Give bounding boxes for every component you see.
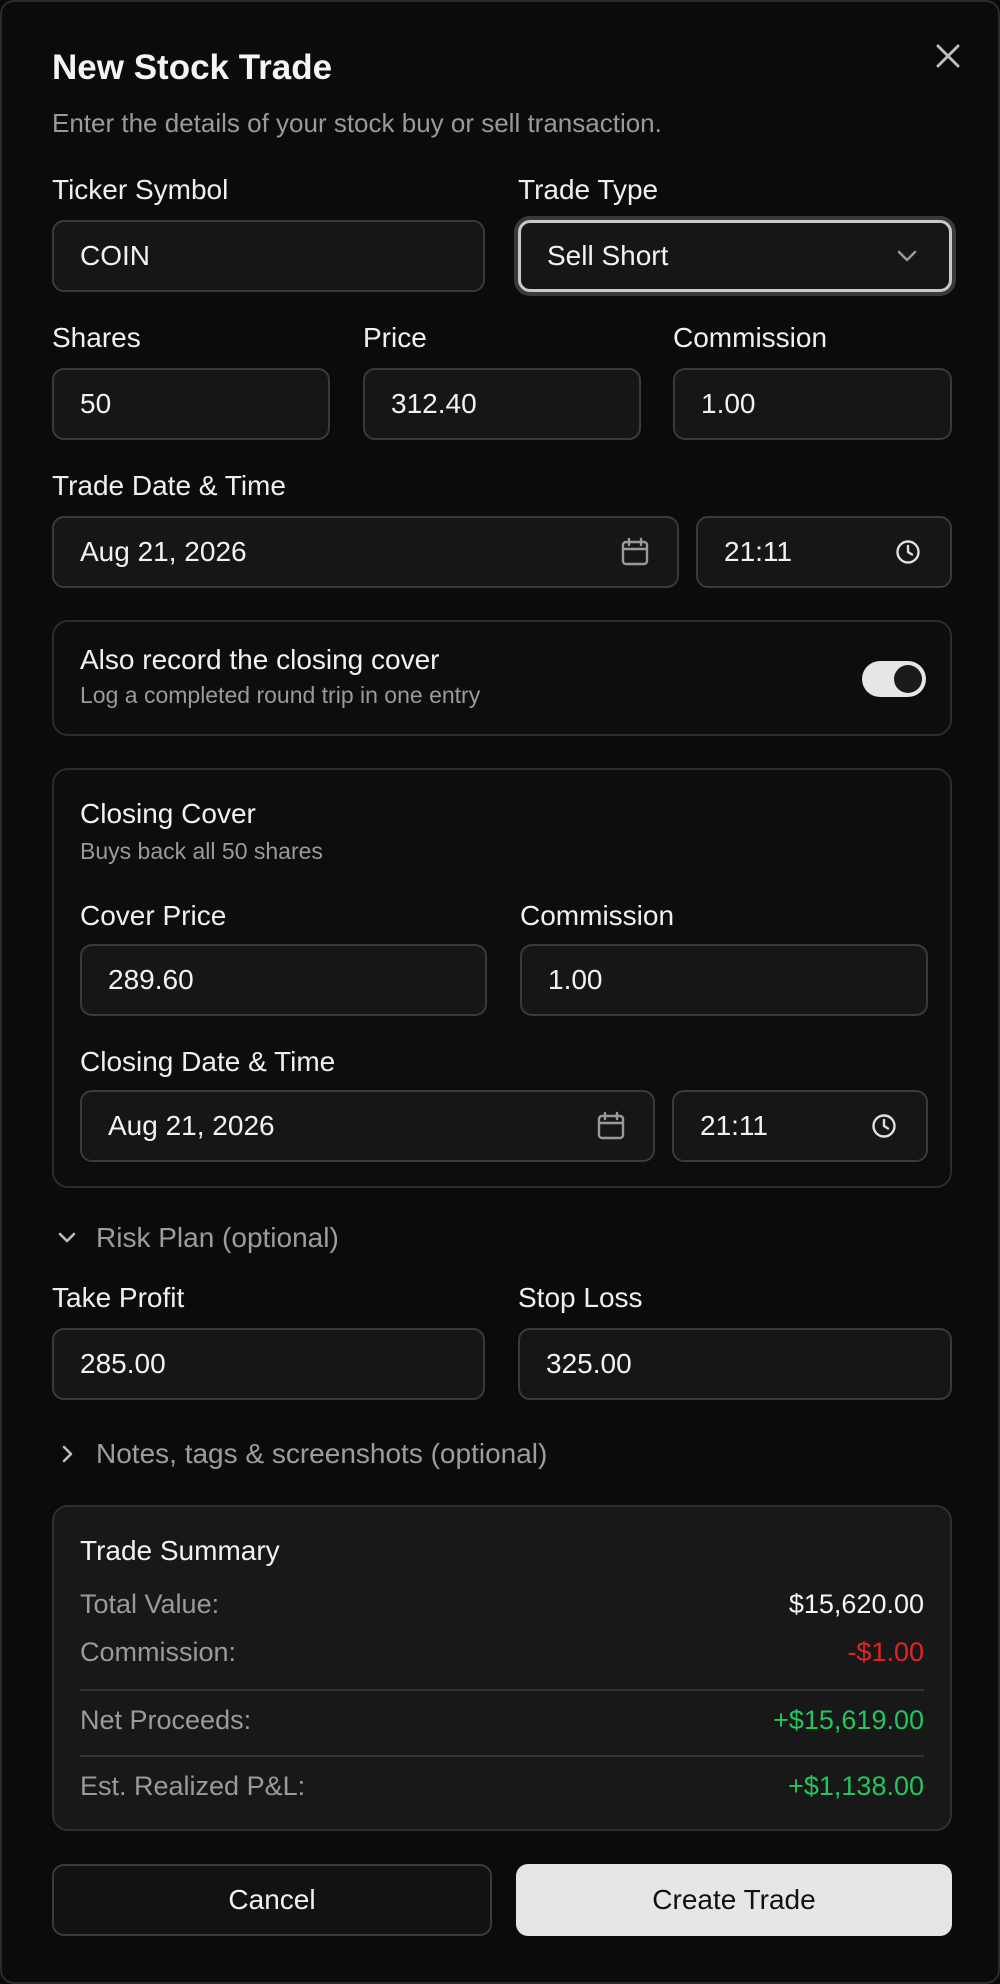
trade-type-select[interactable]: Sell Short <box>518 220 952 292</box>
clock-icon[interactable] <box>892 536 924 568</box>
closing-toggle-subtitle: Log a completed round trip in one entry <box>80 682 481 708</box>
closing-cover-subtitle: Buys back all 50 shares <box>80 838 323 864</box>
notes-toggle[interactable]: Notes, tags & screenshots (optional) <box>56 1438 547 1470</box>
cover-price-label: Cover Price <box>80 900 227 931</box>
chevron-right-icon <box>62 1445 73 1463</box>
trade-time-input[interactable]: 21:11 <box>696 516 952 588</box>
summary-commission-value: -$1.00 <box>847 1637 924 1667</box>
shares-value: 50 <box>80 388 112 419</box>
trade-date-value: Aug 21, 2026 <box>80 536 247 567</box>
trade-type-label: Trade Type <box>518 174 659 205</box>
calendar-icon[interactable] <box>595 1110 627 1142</box>
close-icon <box>936 44 960 68</box>
closing-date-value: Aug 21, 2026 <box>108 1110 275 1141</box>
closing-cover-title: Closing Cover <box>80 798 256 829</box>
take-profit-label: Take Profit <box>52 1282 185 1313</box>
stop-loss-input[interactable]: 325.00 <box>518 1328 952 1400</box>
trade-type-value: Sell Short <box>547 240 669 271</box>
price-input[interactable]: 312.40 <box>363 368 641 440</box>
clock-icon[interactable] <box>868 1110 900 1142</box>
stop-loss-label: Stop Loss <box>518 1282 643 1313</box>
trade-time-value: 21:11 <box>724 536 792 567</box>
summary-row-net: Net Proceeds: +$15,619.00 <box>80 1705 924 1736</box>
net-proceeds-label: Net Proceeds: <box>80 1705 252 1735</box>
price-value: 312.40 <box>391 388 477 419</box>
calendar-icon[interactable] <box>619 536 651 568</box>
trade-summary: Trade Summary Total Value: $15,620.00 Co… <box>52 1505 952 1831</box>
shares-label: Shares <box>52 322 141 353</box>
cover-price-input[interactable]: 289.60 <box>80 944 487 1016</box>
summary-row-commission: Commission: -$1.00 <box>80 1637 924 1668</box>
cover-commission-value: 1.00 <box>548 964 603 995</box>
price-label: Price <box>363 322 427 353</box>
ticker-label: Ticker Symbol <box>52 174 229 205</box>
dialog-subtitle: Enter the details of your stock buy or s… <box>52 108 662 138</box>
close-button[interactable] <box>930 38 966 74</box>
take-profit-value: 285.00 <box>80 1348 166 1379</box>
closing-time-input[interactable]: 21:11 <box>672 1090 928 1162</box>
summary-row-realized: Est. Realized P&L: +$1,138.00 <box>80 1771 924 1802</box>
total-value: $15,620.00 <box>788 1589 924 1619</box>
chevron-down-icon <box>891 240 923 272</box>
commission-input[interactable]: 1.00 <box>673 368 952 440</box>
cover-price-value: 289.60 <box>108 964 194 995</box>
create-trade-button[interactable]: Create Trade <box>516 1864 952 1936</box>
closing-date-input[interactable]: Aug 21, 2026 <box>80 1090 655 1162</box>
summary-row-total: Total Value: $15,620.00 <box>80 1589 924 1620</box>
notes-label: Notes, tags & screenshots (optional) <box>96 1438 548 1469</box>
cover-commission-input[interactable]: 1.00 <box>520 944 928 1016</box>
toggle-knob <box>894 665 922 693</box>
chevron-down-icon <box>58 1232 76 1243</box>
cancel-button[interactable]: Cancel <box>52 1864 492 1936</box>
closing-cover-card: Closing Cover Buys back all 50 shares Co… <box>52 768 952 1188</box>
risk-plan-toggle[interactable]: Risk Plan (optional) <box>56 1222 339 1254</box>
closing-toggle-title: Also record the closing cover <box>80 644 440 675</box>
total-value-label: Total Value: <box>80 1589 220 1619</box>
new-trade-dialog: New Stock Trade Enter the details of you… <box>0 0 1000 1984</box>
realized-pnl-value: +$1,138.00 <box>788 1771 924 1801</box>
stop-loss-value: 325.00 <box>546 1348 632 1379</box>
commission-label: Commission <box>673 322 828 353</box>
closing-toggle-card: Also record the closing cover Log a comp… <box>52 620 952 736</box>
risk-plan-label: Risk Plan (optional) <box>96 1222 339 1253</box>
closing-cover-toggle[interactable] <box>862 661 926 697</box>
summary-divider <box>80 1689 924 1691</box>
shares-input[interactable]: 50 <box>52 368 330 440</box>
closing-time-value: 21:11 <box>700 1110 768 1141</box>
ticker-value: COIN <box>80 240 150 271</box>
trade-datetime-label: Trade Date & Time <box>52 470 286 501</box>
trade-date-input[interactable]: Aug 21, 2026 <box>52 516 679 588</box>
dialog-title: New Stock Trade <box>52 48 333 87</box>
cover-commission-label: Commission <box>520 900 675 931</box>
net-proceeds-value: +$15,619.00 <box>773 1705 924 1735</box>
take-profit-input[interactable]: 285.00 <box>52 1328 485 1400</box>
ticker-input[interactable]: COIN <box>52 220 485 292</box>
realized-pnl-label: Est. Realized P&L: <box>80 1771 306 1801</box>
summary-title: Trade Summary <box>80 1535 280 1566</box>
commission-value: 1.00 <box>701 388 756 419</box>
summary-divider <box>80 1755 924 1757</box>
closing-datetime-label: Closing Date & Time <box>80 1046 336 1077</box>
summary-commission-label: Commission: <box>80 1637 237 1667</box>
